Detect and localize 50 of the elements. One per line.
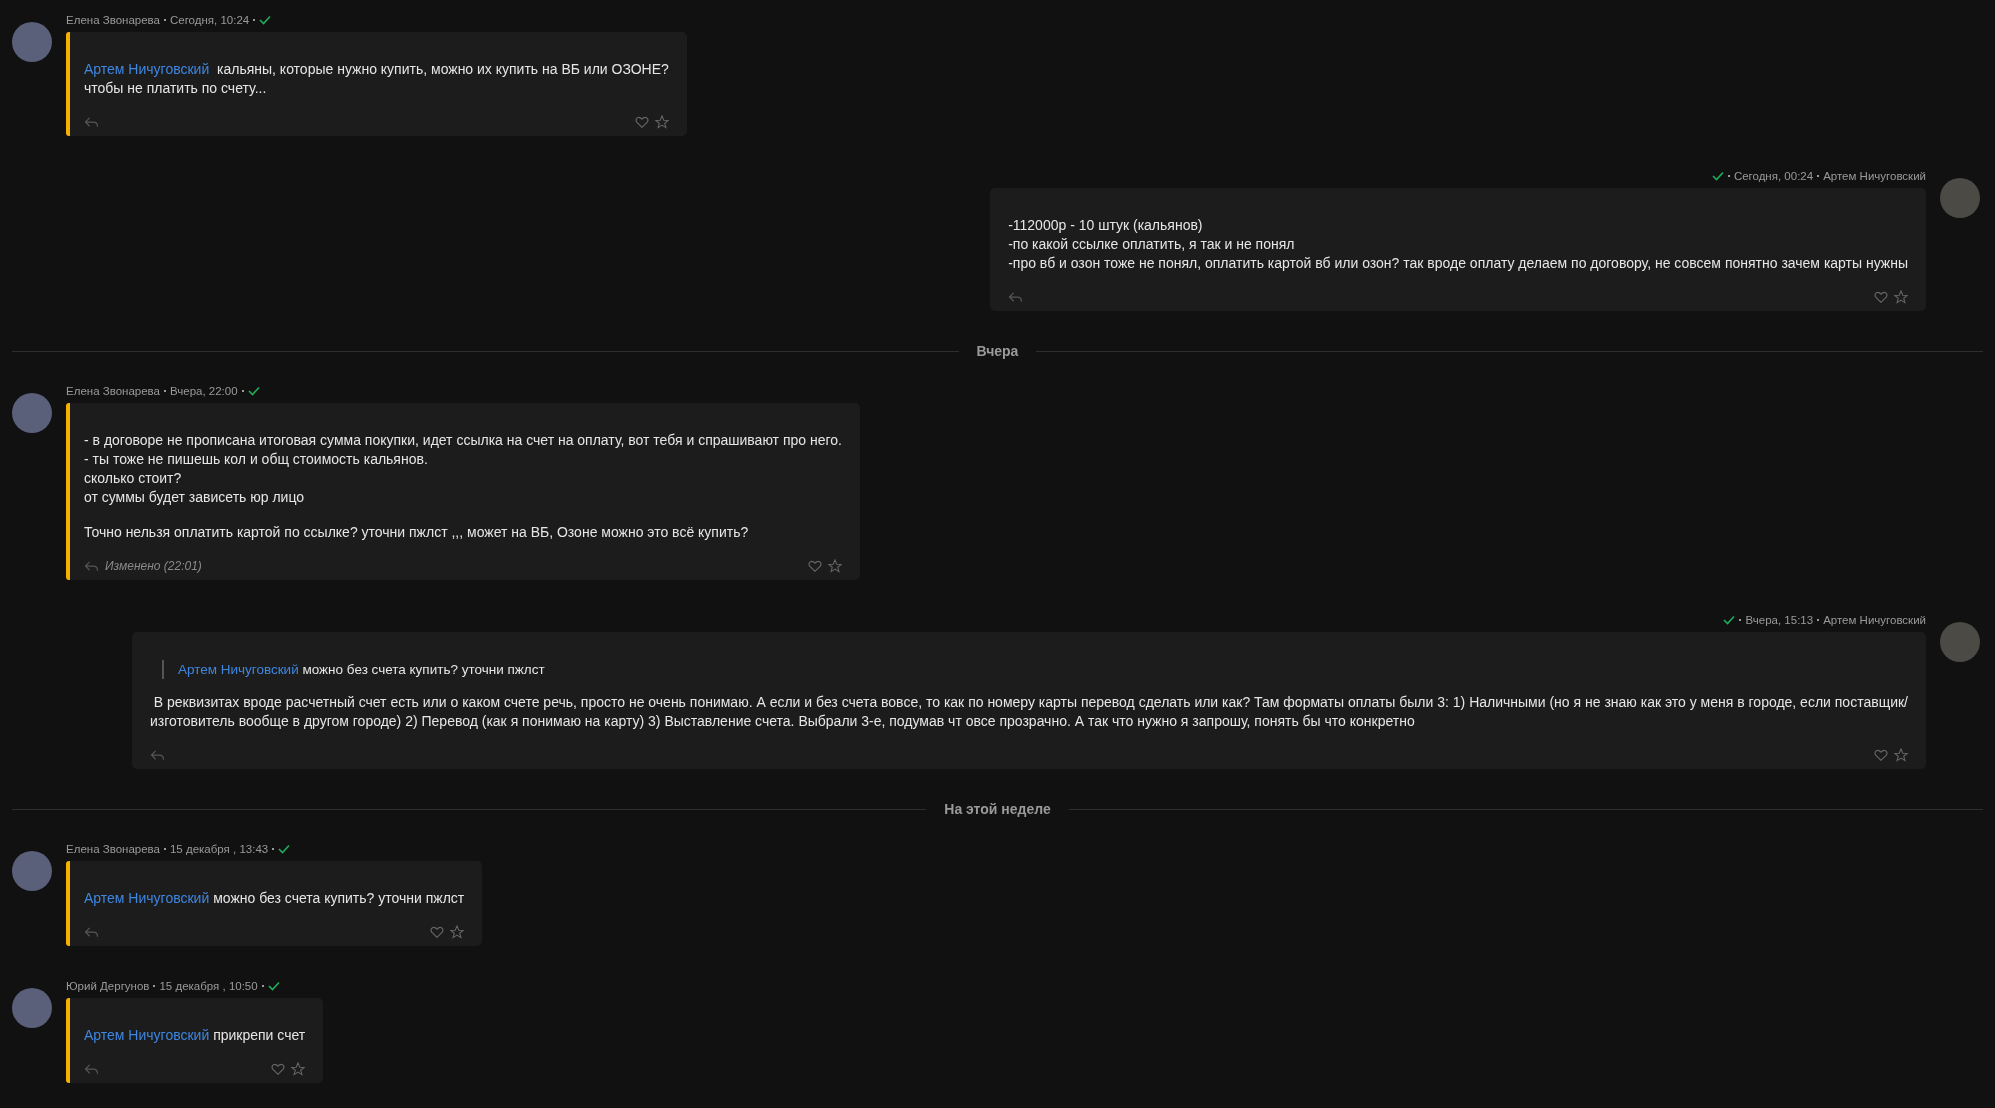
heart-icon[interactable] [271, 1062, 286, 1076]
mention-link[interactable]: Артем Ничуговский [84, 1027, 210, 1043]
message-text: - в договоре не прописана итоговая сумма покупки, идет ссылка на счет на оплату, вот тебя и спрашивают про него. - ты тоже не пишешь кол и общ стоимость кальянов. сколько стоит? от суммы будет зависеть юр лицо [84, 431, 842, 507]
heart-icon[interactable] [1874, 290, 1888, 304]
author-name: Елена Звонарева [66, 843, 160, 855]
avatar [1940, 178, 1980, 218]
message-text: Точно нельзя оплатить картой по ссылке? уточни пжлст ,,, может на ВБ, Озоне можно это всё купить? [84, 523, 750, 542]
date-divider: Вчера [976, 343, 1019, 359]
avatar [12, 988, 52, 1028]
star-icon[interactable] [654, 115, 669, 129]
heart-icon[interactable] [430, 925, 445, 939]
star-icon[interactable] [1894, 748, 1908, 762]
heart-icon[interactable] [1874, 748, 1888, 762]
reply-icon[interactable] [84, 1062, 99, 1076]
mention-link[interactable]: Артем Ничуговский [84, 890, 210, 906]
message-time: Сегодня, 10:24 [169, 14, 250, 26]
message-time: Сегодня, 00:24 [1733, 170, 1814, 182]
author-name: Юрий Дергунов [66, 980, 150, 992]
date-divider: На этой неделе [944, 801, 1051, 817]
message-text: Артем Ничуговский можно без счета купить? уточни пжлст [84, 889, 465, 908]
star-icon[interactable] [1894, 290, 1908, 304]
avatar [12, 22, 52, 62]
author-name: Елена Звонарева [66, 14, 160, 26]
message-time: 15 декабря , 13:43 [169, 843, 269, 855]
mention-link[interactable]: Артем Ничуговский [84, 61, 214, 77]
star-icon[interactable] [827, 559, 842, 573]
message-time: Вчера, 15:13 [1745, 614, 1814, 626]
message-text: Артем Ничуговский кальяны, которые нужно купить, можно их купить на ВБ или ОЗОНЕ? чтобы не платить по счету... [84, 60, 669, 98]
star-icon[interactable] [291, 1062, 306, 1076]
star-icon[interactable] [450, 925, 465, 939]
heart-icon[interactable] [807, 559, 822, 573]
edited-label: Изменено (22:01) [105, 559, 202, 573]
author-name: Елена Звонарева [66, 385, 160, 397]
reply-icon[interactable] [84, 925, 99, 939]
reply-icon[interactable] [84, 559, 99, 573]
message-text: В реквизитах вроде расчетный счет есть или о каком счете речь, просто не очень понимаю. А если и без счета вовсе, то как по номеру карты перевод сделать или как? Там форматы оплаты были 3: 1) Наличными (но я не знаю как это у меня в городе, если поставщик/ изготовитель вообще в другом городе) 2) Перевод (как я понимаю на карту) 3) Выставление счета. Выбрали 3-е, подумав чт овсе прозрачно. А так что нужно я запрошу, понять бы что конкретно [149, 693, 1908, 731]
author-name: Артем Ничуговский [1823, 170, 1926, 182]
quoted-message: Артем Ничуговский можно без счета купить? уточни пжлст [161, 660, 1908, 679]
reply-icon[interactable] [149, 748, 165, 762]
reply-icon[interactable] [1008, 290, 1024, 304]
message-text: Артем Ничуговский прикрепи счет [84, 1026, 306, 1045]
avatar [1940, 622, 1980, 662]
avatar [12, 393, 52, 433]
reply-icon[interactable] [84, 115, 99, 129]
heart-icon[interactable] [634, 115, 649, 129]
message-time: Вчера, 22:00 [169, 385, 238, 397]
author-name: Артем Ничуговский [1823, 614, 1926, 626]
avatar [12, 851, 52, 891]
message-text: -112000р - 10 штук (кальянов) -по какой ссылке оплатить, я так и не понял -про вб и озон тоже не понял, оплатить картой вб или озон? так вроде оплату делаем по договору, не совсем понятно зачем карты нужны [1008, 216, 1908, 273]
message-time: 15 декабря , 10:50 [159, 980, 258, 992]
